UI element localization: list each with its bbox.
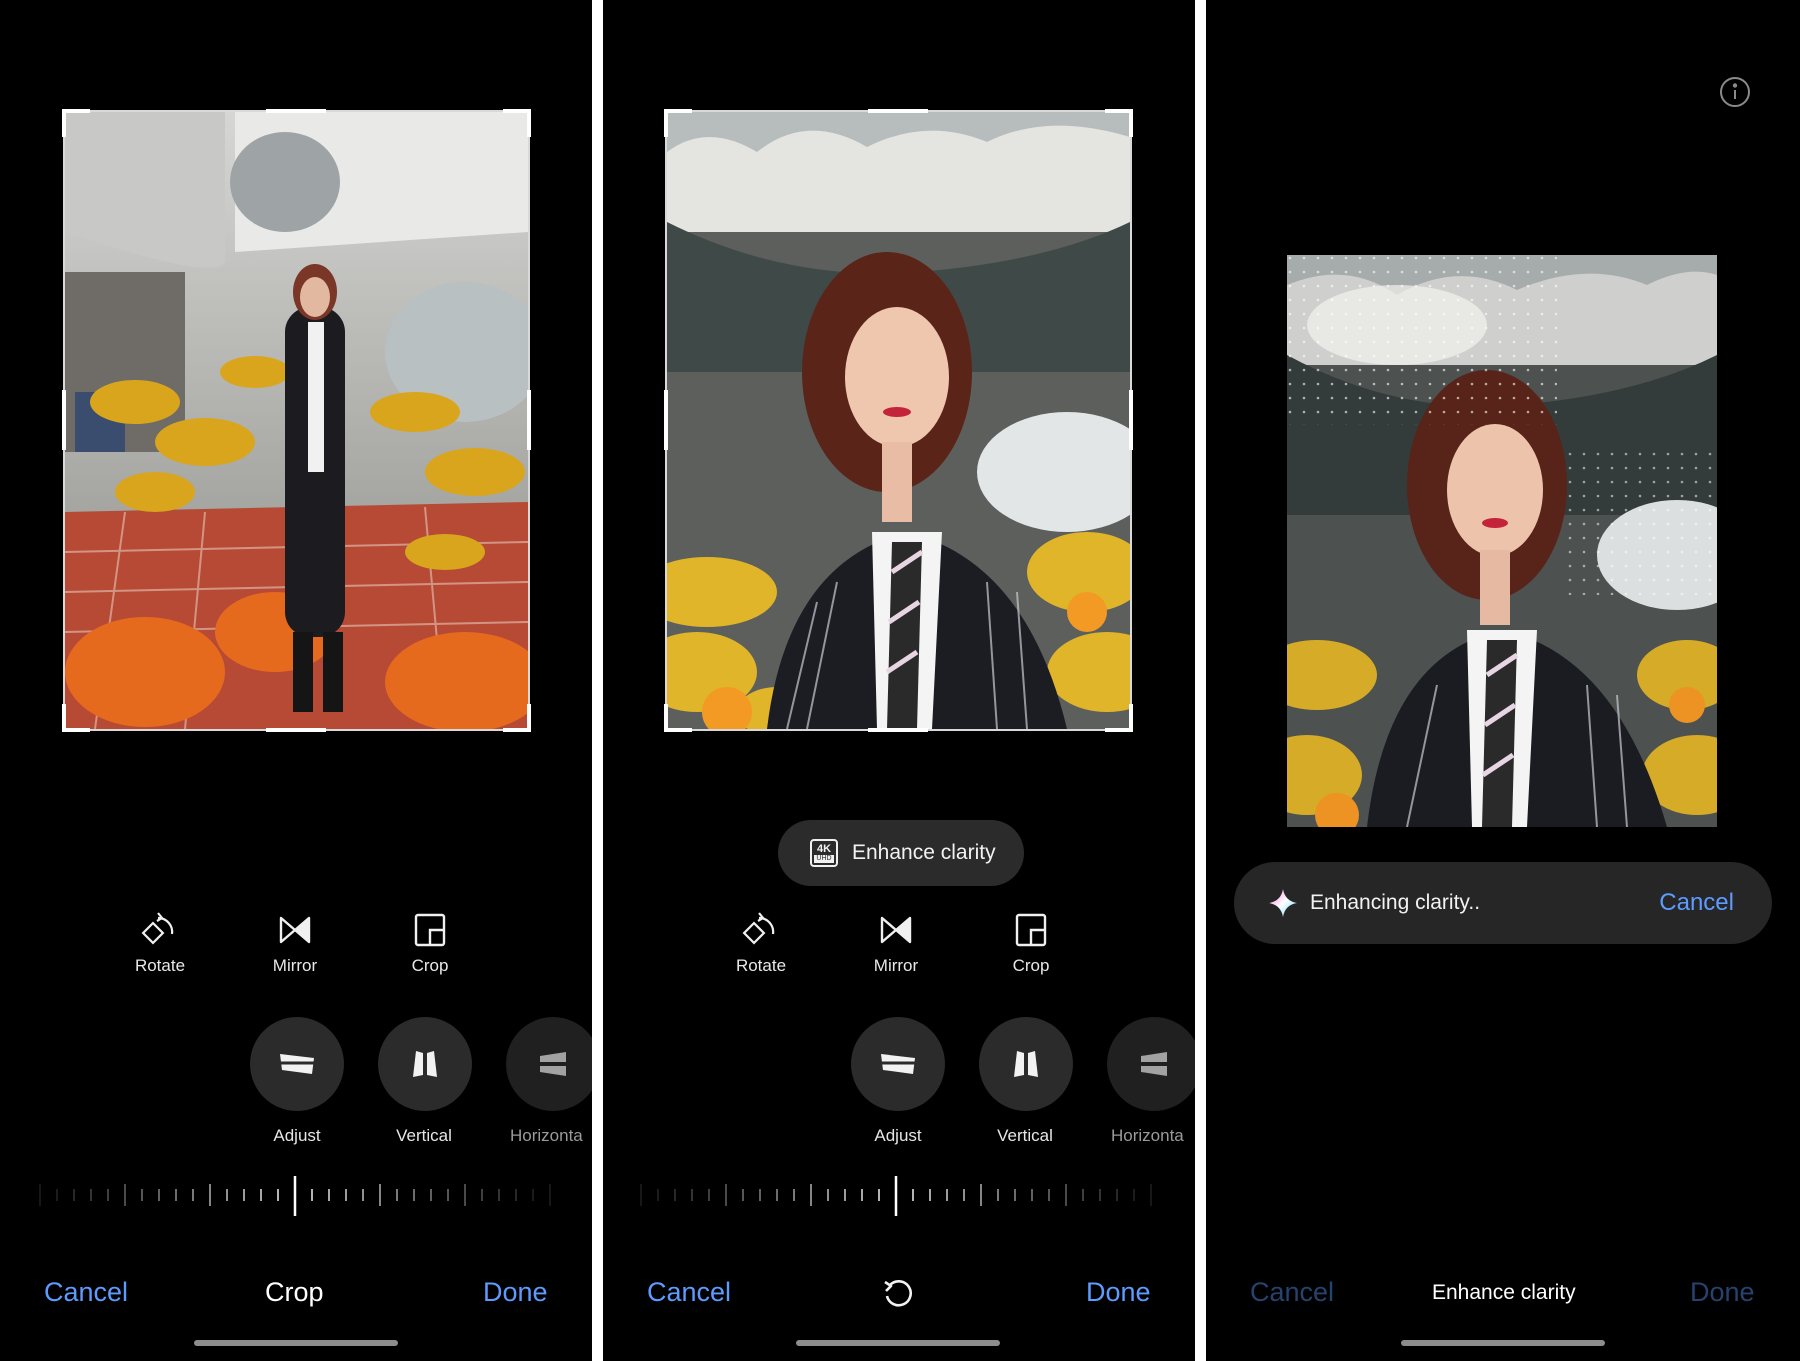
crop-handle-tl[interactable] — [62, 109, 90, 113]
crop-handle-left[interactable] — [62, 390, 66, 450]
crop-handle-bl[interactable] — [664, 728, 692, 732]
crop-handle-bottom[interactable] — [266, 728, 326, 732]
adjust-icon — [878, 1054, 918, 1074]
status-cancel-button[interactable]: Cancel — [1659, 889, 1734, 917]
4k-uhd-icon: 4K UHD — [810, 839, 838, 867]
vertical-perspective-icon — [413, 1051, 437, 1077]
crop-icon — [414, 913, 446, 947]
crop-handle-tl-v[interactable] — [62, 109, 66, 137]
horizontal-perspective-icon — [540, 1052, 566, 1076]
angle-ruler[interactable] — [35, 1176, 555, 1216]
rotate-button[interactable]: Rotate — [115, 910, 205, 976]
reset-rotate-icon[interactable] — [881, 1276, 915, 1310]
crop-handle-tl-v[interactable] — [664, 109, 668, 137]
rotate-icon — [141, 912, 174, 945]
crop-handle-bl-v[interactable] — [664, 704, 668, 732]
enhancing-status-text: Enhancing clarity.. — [1310, 891, 1481, 914]
cancel-button[interactable]: Cancel — [647, 1277, 731, 1308]
photo-enhancing — [1287, 255, 1717, 827]
page-title: Enhance clarity — [1432, 1281, 1576, 1304]
crop-handle-tr-v[interactable] — [1129, 109, 1133, 137]
adjust-icon — [277, 1054, 317, 1074]
crop-handle-bl[interactable] — [62, 728, 90, 732]
vertical-perspective-icon — [1014, 1051, 1038, 1077]
crop-label: Crop — [1012, 956, 1050, 975]
info-icon[interactable] — [1718, 75, 1752, 109]
enhance-status-bar: Enhancing clarity.. Cancel — [1234, 862, 1772, 944]
adjust-label: Adjust — [273, 1126, 321, 1145]
done-button[interactable]: Done — [483, 1277, 548, 1308]
mirror-button[interactable]: Mirror — [250, 910, 340, 976]
mirror-icon — [880, 916, 912, 944]
editor-panel-enhancing: Enhancing clarity.. Cancel Cancel Enhanc… — [1206, 0, 1800, 1361]
mirror-label: Mirror — [272, 956, 318, 975]
crop-handle-br-v[interactable] — [527, 704, 531, 732]
page-title: Crop — [265, 1277, 324, 1307]
mirror-button[interactable]: Mirror — [851, 910, 941, 976]
enhance-clarity-label: Enhance clarity — [852, 841, 996, 864]
cancel-button[interactable]: Cancel — [1250, 1277, 1334, 1308]
crop-handle-top[interactable] — [868, 109, 928, 113]
vertical-label: Vertical — [396, 1126, 452, 1145]
editor-panel-crop: Rotate Mirror Crop Adjust Vertical Horiz… — [0, 0, 592, 1361]
horizontal-label: Horizonta — [1111, 1126, 1184, 1145]
home-indicator — [796, 1340, 1000, 1346]
crop-handle-bl-v[interactable] — [62, 704, 66, 732]
horizontal-label: Horizonta — [510, 1126, 583, 1145]
horizontal-perspective-icon — [1141, 1052, 1167, 1076]
crop-handle-left[interactable] — [664, 390, 668, 450]
sparkle-icon — [1269, 889, 1297, 917]
rotate-label: Rotate — [735, 956, 787, 975]
crop-handle-tr-v[interactable] — [527, 109, 531, 137]
mirror-label: Mirror — [873, 956, 919, 975]
crop-icon — [1015, 913, 1047, 947]
crop-handle-bottom[interactable] — [868, 728, 928, 732]
crop-handle-right[interactable] — [527, 390, 531, 450]
crop-handle-tl[interactable] — [664, 109, 692, 113]
vertical-button[interactable] — [378, 1017, 472, 1111]
mirror-icon — [279, 916, 311, 944]
crop-handle-right[interactable] — [1129, 390, 1133, 450]
editor-panel-enhance: 4K UHD Enhance clarity Rotate Mirror Cro… — [603, 0, 1195, 1361]
home-indicator — [1401, 1340, 1605, 1346]
adjust-label: Adjust — [874, 1126, 922, 1145]
vertical-button[interactable] — [979, 1017, 1073, 1111]
home-indicator — [194, 1340, 398, 1346]
adjust-button[interactable] — [851, 1017, 945, 1111]
angle-ruler[interactable] — [636, 1176, 1156, 1216]
horizontal-button[interactable] — [1107, 1017, 1195, 1111]
done-button[interactable]: Done — [1086, 1277, 1151, 1308]
crop-label: Crop — [411, 956, 449, 975]
rotate-button[interactable]: Rotate — [716, 910, 806, 976]
rotate-icon — [742, 912, 775, 945]
enhance-clarity-button[interactable]: 4K UHD Enhance clarity — [778, 820, 1024, 886]
rotate-label: Rotate — [134, 956, 186, 975]
badge-4k: 4K — [816, 842, 832, 855]
crop-button[interactable]: Crop — [986, 910, 1076, 976]
crop-handle-top[interactable] — [266, 109, 326, 113]
horizontal-button[interactable] — [506, 1017, 592, 1111]
adjust-button[interactable] — [250, 1017, 344, 1111]
photo-portrait — [667, 112, 1130, 729]
badge-uhd: UHD — [814, 854, 834, 863]
crop-button[interactable]: Crop — [385, 910, 475, 976]
vertical-label: Vertical — [997, 1126, 1053, 1145]
done-button[interactable]: Done — [1690, 1277, 1755, 1308]
cancel-button[interactable]: Cancel — [44, 1277, 128, 1308]
photo-full-scene — [65, 112, 528, 729]
crop-handle-br-v[interactable] — [1129, 704, 1133, 732]
